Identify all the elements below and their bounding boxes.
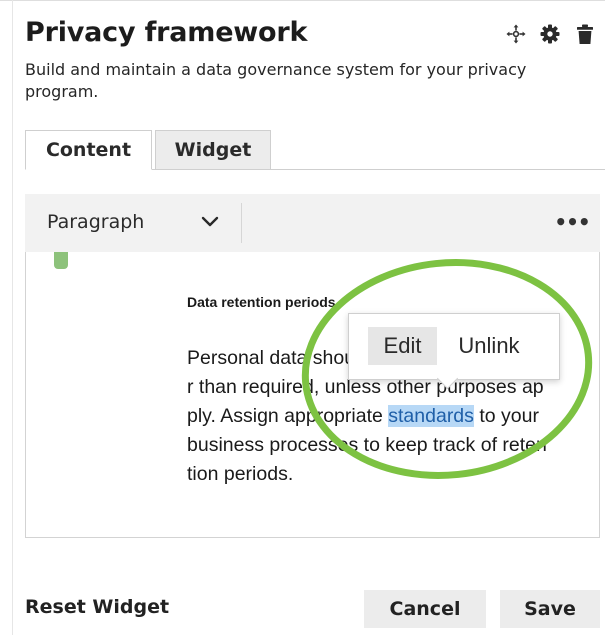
tab-widget[interactable]: Widget xyxy=(155,130,271,170)
editor-toolbar: Paragraph ••• xyxy=(25,194,600,252)
more-options-icon[interactable]: ••• xyxy=(554,208,590,236)
paragraph-text: ply. Assign appropriate xyxy=(187,405,383,427)
toolbar-divider xyxy=(241,203,242,243)
trash-icon[interactable] xyxy=(574,22,596,46)
unlink-button[interactable]: Unlink xyxy=(447,327,531,365)
standards-link[interactable]: standards xyxy=(388,405,474,427)
widget-description: Build and maintain a data governance sys… xyxy=(25,60,527,101)
widget-title: Privacy framework xyxy=(25,17,308,48)
paragraph-line: business processes to keep track of rete… xyxy=(187,434,547,456)
tab-content[interactable]: Content xyxy=(25,130,152,170)
link-popover: Edit Unlink xyxy=(348,313,560,380)
block-type-label: Paragraph xyxy=(47,211,145,233)
gear-icon[interactable] xyxy=(539,22,561,46)
paragraph-line: tion periods. xyxy=(187,463,294,485)
edit-link-button[interactable]: Edit xyxy=(368,327,437,365)
save-button[interactable]: Save xyxy=(500,590,600,628)
paragraph-text: to your xyxy=(473,405,539,427)
panel-top-border xyxy=(0,0,605,1)
chevron-down-icon xyxy=(201,214,219,233)
paragraph-line: ply. Assign appropriate standards to you… xyxy=(187,402,579,431)
content-editor[interactable]: Data retention periods Personal data sho… xyxy=(25,252,600,538)
panel-left-border xyxy=(12,0,13,635)
block-type-select[interactable]: Paragraph xyxy=(25,194,243,252)
move-icon[interactable] xyxy=(505,22,527,46)
cancel-button[interactable]: Cancel xyxy=(364,590,486,628)
reset-widget-link[interactable]: Reset Widget xyxy=(25,596,169,618)
drag-handle[interactable] xyxy=(54,252,68,269)
content-heading: Data retention periods xyxy=(187,294,336,310)
